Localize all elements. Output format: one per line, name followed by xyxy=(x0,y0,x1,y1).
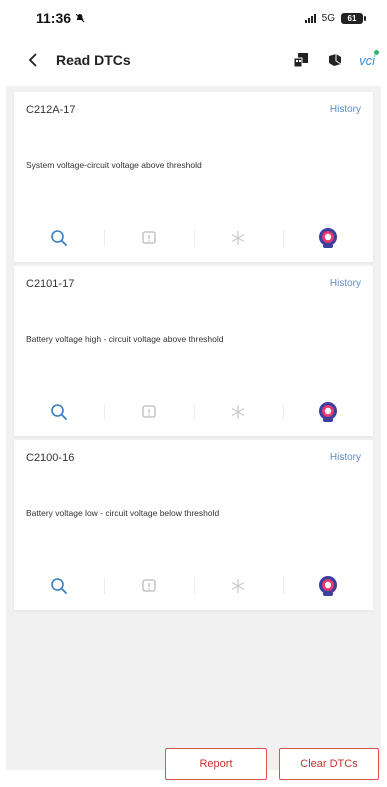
history-link[interactable]: History xyxy=(330,278,361,289)
vci-connection-button[interactable]: vci xyxy=(359,49,379,68)
dtc-code: C2100-16 xyxy=(26,452,75,464)
search-button[interactable] xyxy=(14,398,104,426)
search-icon xyxy=(51,404,67,420)
dtc-card: C2101-17 History Battery voltage high - … xyxy=(14,266,373,436)
ai-assistant-button[interactable] xyxy=(283,224,373,252)
info-button[interactable] xyxy=(103,224,194,252)
dtc-description: Battery voltage low - circuit voltage be… xyxy=(26,508,220,518)
status-time: 11:36 xyxy=(36,10,85,26)
scan-grid-button[interactable] xyxy=(291,50,311,70)
dtc-list: C212A-17 History System voltage-circuit … xyxy=(6,86,381,610)
dtc-action-row xyxy=(14,224,373,252)
vehicle-icon xyxy=(329,54,342,66)
status-bar: 11:36 5G 61 xyxy=(0,0,387,36)
back-button[interactable] xyxy=(28,45,50,75)
freeze-frame-icon xyxy=(232,405,245,419)
nav-bar: Read DTCs vci xyxy=(0,38,387,82)
freeze-frame-icon xyxy=(232,231,245,245)
dtc-description: System voltage-circuit voltage above thr… xyxy=(26,160,202,170)
bottom-action-bar: Report Clear DTCs xyxy=(0,748,387,782)
silent-bell-icon xyxy=(75,10,85,26)
ai-assistant-button[interactable] xyxy=(283,398,373,426)
clock-text: 11:36 xyxy=(36,10,72,26)
dtc-card: C212A-17 History System voltage-circuit … xyxy=(14,92,373,262)
status-indicators: 5G 61 xyxy=(304,12,366,24)
vci-label: vci xyxy=(359,52,375,68)
freeze-frame-button[interactable] xyxy=(193,398,284,426)
info-doc-icon xyxy=(141,231,156,244)
dtc-code: C2101-17 xyxy=(26,278,75,290)
clear-dtcs-button[interactable]: Clear DTCs xyxy=(279,748,379,780)
nav-actions: vci xyxy=(291,49,379,70)
freeze-frame-button[interactable] xyxy=(193,572,284,600)
dtc-card: C2100-16 History Battery voltage low - c… xyxy=(14,440,373,610)
signal-icon xyxy=(304,13,316,23)
search-icon xyxy=(51,578,67,594)
page-title: Read DTCs xyxy=(56,52,131,68)
ai-assistant-button[interactable] xyxy=(283,572,373,600)
info-button[interactable] xyxy=(103,398,194,426)
network-type: 5G xyxy=(321,12,335,24)
battery-level: 61 xyxy=(347,13,357,23)
chevron-left-icon xyxy=(28,53,37,67)
ai-assistant-icon xyxy=(319,228,338,248)
vehicle-button[interactable] xyxy=(325,50,345,70)
ai-assistant-icon xyxy=(319,402,338,422)
dtc-action-row xyxy=(14,398,373,426)
search-button[interactable] xyxy=(14,572,104,600)
info-button[interactable] xyxy=(103,572,194,600)
dtc-code: C212A-17 xyxy=(26,104,76,116)
connected-dot-icon xyxy=(374,49,379,55)
battery-icon: 61 xyxy=(341,12,366,24)
dtc-content: C212A-17 History System voltage-circuit … xyxy=(6,86,381,770)
dtc-action-row xyxy=(14,572,373,600)
search-icon xyxy=(51,230,67,246)
dtc-description: Battery voltage high - circuit voltage a… xyxy=(26,334,224,344)
history-link[interactable]: History xyxy=(330,452,361,463)
search-button[interactable] xyxy=(14,224,104,252)
freeze-frame-button[interactable] xyxy=(193,224,284,252)
report-button[interactable]: Report xyxy=(165,748,267,780)
info-doc-icon xyxy=(141,579,156,592)
history-link[interactable]: History xyxy=(330,104,361,115)
ai-assistant-icon xyxy=(319,576,338,596)
info-doc-icon xyxy=(141,405,156,418)
freeze-frame-icon xyxy=(232,579,245,593)
grid-icon xyxy=(293,53,309,68)
